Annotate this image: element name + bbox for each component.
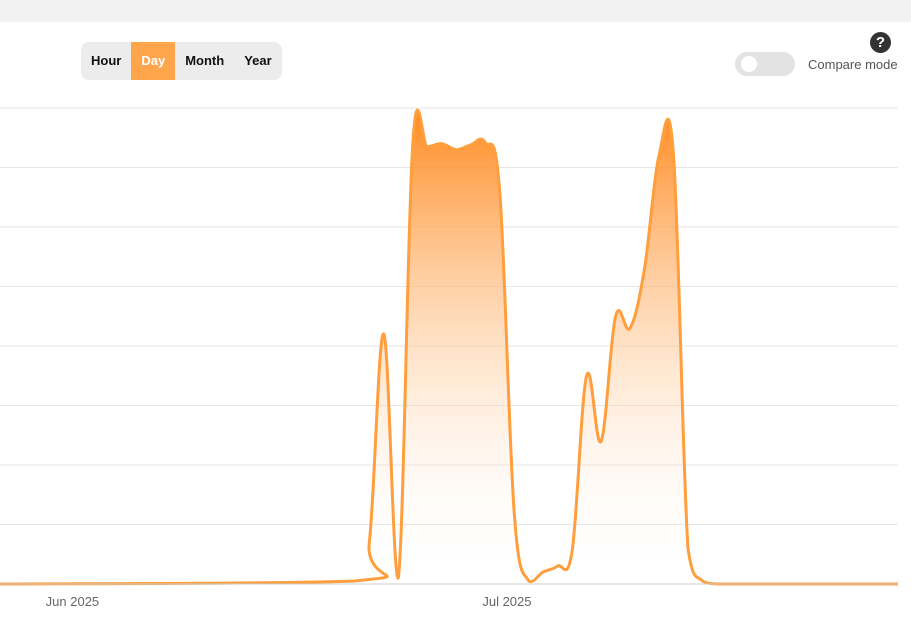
series-area (0, 109, 898, 584)
x-tick-label: Jul 2025 (482, 594, 531, 609)
usage-chart: Jun 2025 Jul 2025 (0, 107, 898, 609)
x-tick-label: Jun 2025 (46, 594, 100, 609)
